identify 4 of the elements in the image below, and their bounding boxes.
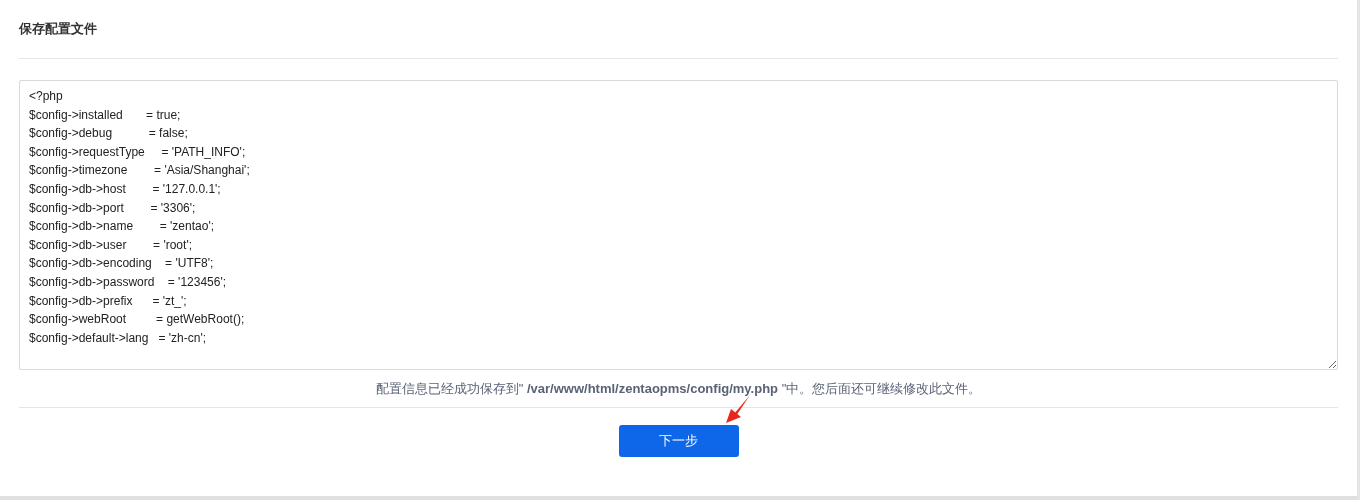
section-title: 保存配置文件 [19, 20, 97, 39]
next-button[interactable]: 下一步 [618, 425, 739, 457]
save-message: 配置信息已经成功保存到" /var/www/html/zentaopms/config/my.php "中。您后面还可继续修改此文件。 [375, 379, 982, 398]
config-text-area[interactable]: <?php $config->installed = true; $config->debug = false; $config->requestType = 'PATH_INFO'; $config->timezone = 'Asia/Shanghai'; $config->db->host = '127.0.0.1'; $config->db->port = '3306'; $config->db->name = 'zentao'; $config->db->user = 'root'; $config->db->encoding = 'UTF8'; $config->db->password = '123456'; $config->db->prefix = 'zt_'; $config->webRoot = getWebRoot(); $config->default->lang = 'zh-cn'; [19, 80, 1338, 370]
